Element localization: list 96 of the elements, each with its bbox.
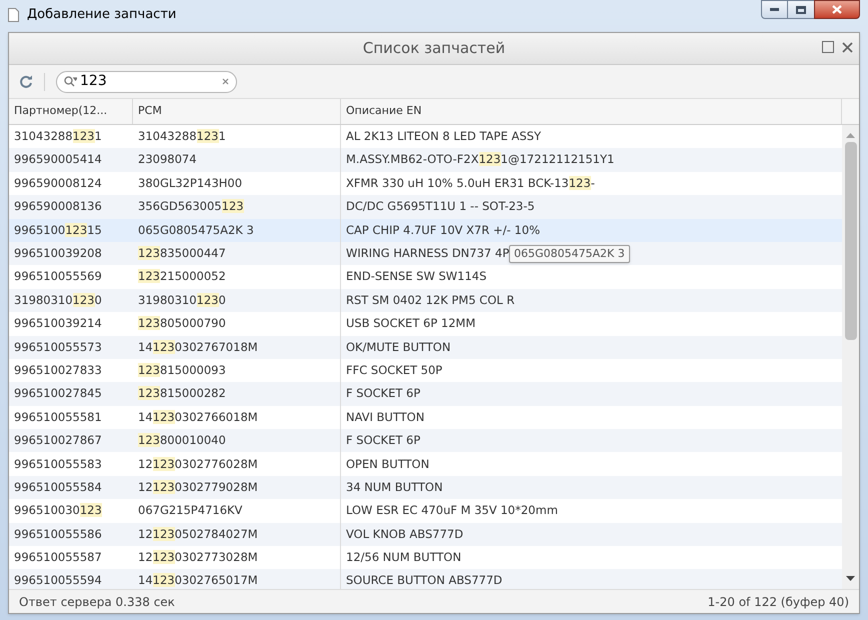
table-cell: 996510055583	[14, 456, 102, 473]
table-cell: 123805000790	[138, 315, 226, 332]
scrollbar[interactable]	[842, 125, 859, 589]
table-cell: 123835000447	[138, 245, 226, 262]
table-row[interactable]: 996510055581 141230302766018M NAVI BUTTON	[9, 406, 842, 430]
close-icon[interactable]	[842, 42, 853, 52]
table-cell: 996510039214	[14, 315, 102, 332]
table-cell-text: XFMR 330 uH 10% 5.0uH ER31 BCK-13123-	[346, 174, 595, 192]
search-icon	[64, 76, 77, 87]
table-row[interactable]: 996510055587 121230302773028M 12/56 NUM BUTTON	[9, 546, 842, 570]
table-row[interactable]: 996510055586 121230502784027M VOL KNOB ABS777D	[9, 522, 842, 546]
column-header[interactable]: PCM	[133, 99, 341, 124]
table-cell: 12/56 NUM BUTTON	[346, 549, 462, 566]
table-cell-text: RST SM 0402 12K PM5 COL R	[346, 292, 515, 309]
table-cell-text: 996510027845	[14, 385, 102, 402]
table-cell-text: 380GL32P143H00	[138, 174, 242, 192]
close-icon	[832, 5, 842, 14]
table-cell: 121230302773028M	[138, 549, 258, 566]
table-row[interactable]: 996590008136 356GD563005123 DC/DC G5695T11U 1 -- SOT-23-5	[9, 195, 842, 219]
table-cell-text: 996510030123	[14, 502, 102, 520]
table-cell-text: F SOCKET 6P	[346, 385, 420, 402]
table-row[interactable]: 996510055584 121230302779028M 34 NUM BUTTON	[9, 476, 842, 500]
table-cell-text: 319803101230	[14, 292, 102, 309]
pagination-text: 1-20 of 122 (буфер 40)	[708, 594, 849, 610]
table-cell: OPEN BUTTON	[346, 456, 430, 473]
maximize-button[interactable]	[788, 0, 814, 19]
table-row[interactable]: 996590005414 23098074 M.ASSY.MB62-OTO-F2X1231@17212112151Y1	[9, 148, 842, 172]
table-cell: VOL KNOB ABS777D	[346, 526, 464, 543]
table-cell-text: M.ASSY.MB62-OTO-F2X1231@17212112151Y1	[346, 151, 614, 168]
table-cell: 141230302766018M	[138, 408, 258, 426]
clear-icon[interactable]	[222, 78, 229, 85]
table-cell: NAVI BUTTON	[346, 408, 424, 426]
maximize-button[interactable]	[822, 41, 834, 53]
table-cell: 996510012315	[14, 222, 102, 239]
table-cell: 065G0805475A2K 3	[138, 222, 254, 239]
table-cell: 996510055573	[14, 338, 102, 356]
table-row[interactable]: 996510012315 065G0805475A2K 3 CAP CHIP 4.7UF 10V X7R +/- 10%	[9, 218, 842, 242]
table-row[interactable]: 319803101230 319803101230 RST SM 0402 12K PM5 COL R	[9, 288, 842, 312]
table-cell-text: 121230302779028M	[138, 478, 258, 496]
table-cell: WIRING HARNESS DN737 4P	[346, 245, 510, 262]
table-row[interactable]: 996510027833 123815000093 FFC SOCKET 50P	[9, 358, 842, 382]
search-field[interactable]: 123	[56, 70, 237, 92]
table-cell: 123800010040	[138, 432, 226, 450]
tooltip: 065G0805475A2K 3	[509, 245, 630, 263]
table-cell-text: 996510055569	[14, 268, 102, 286]
table-cell: 310432881231	[138, 128, 226, 146]
table-cell: 996510039208	[14, 245, 102, 262]
table-cell: OK/MUTE BUTTON	[346, 338, 451, 356]
table-row[interactable]: 996510055594 141230302765017M SOURCE BUTTON ABS777D	[9, 569, 842, 589]
table-cell: 996510027867	[14, 432, 102, 450]
status-text: Ответ сервера 0.338 сек	[19, 594, 175, 610]
table-cell-text: LOW ESR EC 470uF M 35V 10*20mm	[346, 502, 558, 520]
table-cell-text: 996510027833	[14, 362, 102, 379]
table-row[interactable]: 996510055573 141230302767018M OK/MUTE BUTTON	[9, 336, 842, 359]
window-title: Добавление запчасти	[27, 6, 176, 24]
table-cell-text: 123815000093	[138, 362, 226, 379]
table-cell: 996510055586	[14, 526, 102, 543]
table-cell: 310432881231	[14, 128, 102, 146]
table-cell: USB SOCKET 6P 12MM	[346, 315, 476, 332]
minimize-button[interactable]	[761, 0, 788, 19]
close-button[interactable]	[814, 0, 860, 19]
table-cell-text: 123215000052	[138, 268, 226, 286]
table-cell-text: 996510055584	[14, 478, 102, 496]
table-row[interactable]: 310432881231 310432881231 AL 2K13 LITEON 8 LED TAPE ASSY	[9, 125, 842, 148]
scroll-down-icon[interactable]	[846, 576, 855, 581]
column-header[interactable]: Описание EN	[341, 99, 842, 124]
table-cell-text: 34 NUM BUTTON	[346, 478, 443, 496]
table-cell-text: 319803101230	[138, 292, 226, 309]
table-row[interactable]: 996510027867 123800010040 F SOCKET 6P	[9, 429, 842, 452]
table-cell-text: 996590005414	[14, 151, 102, 168]
search-input[interactable]: 123	[80, 71, 200, 92]
table-cell: 996510055581	[14, 408, 102, 426]
table-cell-text: 067G215P4716KV	[138, 502, 242, 520]
table-cell: 356GD563005123	[138, 198, 244, 216]
table-cell: 996590008136	[14, 198, 102, 216]
table-cell-text: 996590008124	[14, 174, 102, 192]
document-icon	[8, 8, 19, 22]
table-cell: 141230302767018M	[138, 338, 258, 356]
table-row[interactable]: 996510027845 123815000282 F SOCKET 6P	[9, 382, 842, 406]
table-cell: 996510055587	[14, 549, 102, 566]
table-cell: SOURCE BUTTON ABS777D	[346, 572, 502, 589]
column-header[interactable]: Партномер(12...	[9, 99, 133, 124]
dialog-title: Список запчастей	[362, 38, 506, 60]
table-cell: F SOCKET 6P	[346, 432, 420, 450]
table-cell: 121230502784027M	[138, 526, 258, 543]
table-cell: 996510055594	[14, 572, 102, 589]
table-cell: CAP CHIP 4.7UF 10V X7R +/- 10%	[346, 222, 540, 239]
table-cell: DC/DC G5695T11U 1 -- SOT-23-5	[346, 198, 535, 216]
table-cell-text: FFC SOCKET 50P	[346, 362, 442, 379]
table-cell-text: 123815000282	[138, 385, 226, 402]
table-cell: 121230302776028M	[138, 456, 258, 473]
refresh-icon[interactable]	[19, 74, 33, 88]
table-cell-text: END-SENSE SW SW114S	[346, 268, 487, 286]
table-cell-text: 23098074	[138, 151, 197, 168]
table-cell: AL 2K13 LITEON 8 LED TAPE ASSY	[346, 128, 541, 146]
table-cell: 141230302765017M	[138, 572, 258, 589]
